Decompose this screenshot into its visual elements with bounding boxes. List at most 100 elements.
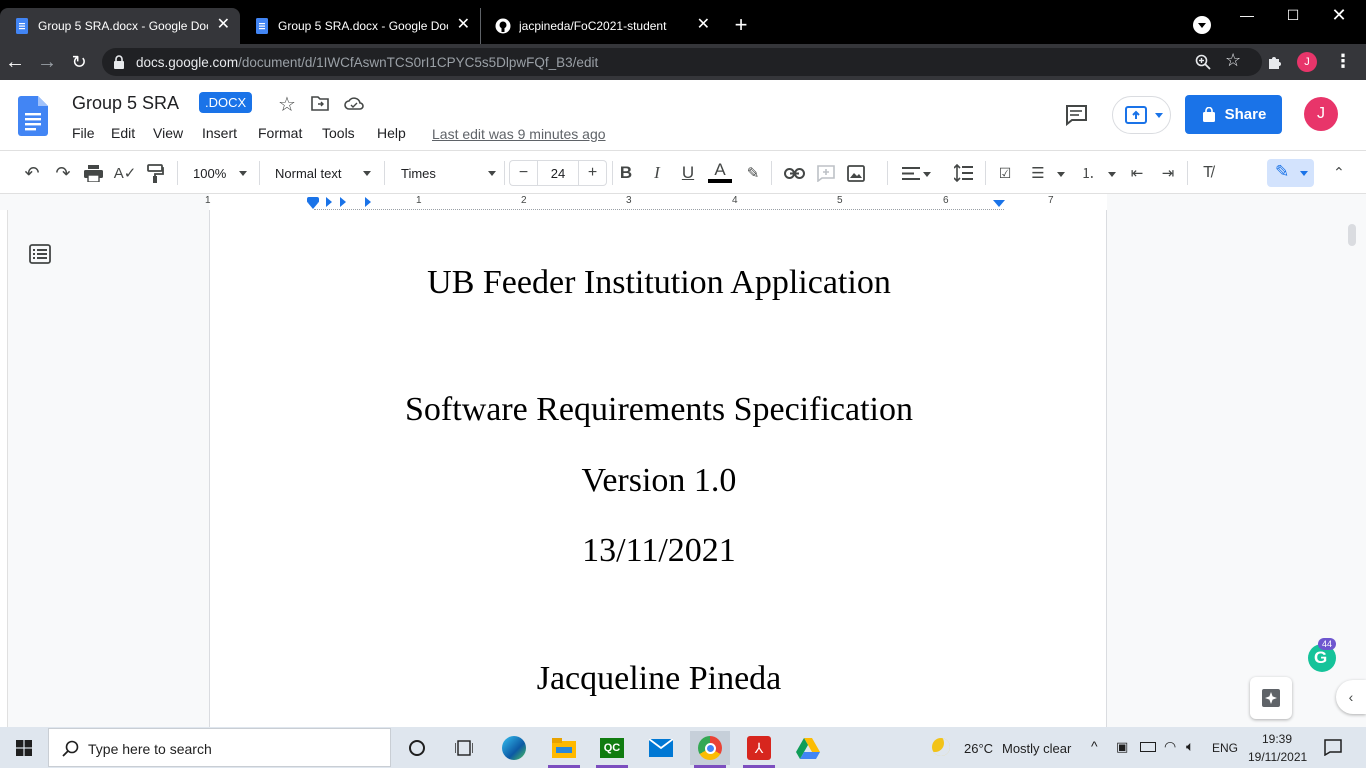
clock-date[interactable]: 19/11/2021 [1248,750,1307,764]
weather-description[interactable]: Mostly clear [1002,741,1071,756]
highlight-pen-icon[interactable]: ✎ [741,161,765,185]
doc-title-line[interactable]: UB Feeder Institution Application [210,264,1108,302]
mail-icon[interactable] [641,731,681,765]
menu-format[interactable]: Format [258,125,302,141]
horizontal-ruler[interactable]: 1 1 2 3 4 5 6 7 [205,194,1107,210]
left-indent-marker[interactable] [308,203,318,209]
menu-tools[interactable]: Tools [322,125,355,141]
menu-file[interactable]: File [72,125,95,141]
forward-arrow-icon[interactable]: → [35,50,59,74]
cortana-icon[interactable] [397,731,437,765]
undo-icon[interactable]: ↶ [20,161,44,185]
document-page[interactable]: UB Feeder Institution Application Softwa… [209,210,1107,727]
doc-version-line[interactable]: Version 1.0 [210,462,1108,500]
chrome-menu-icon[interactable]: ⋮ [1334,51,1352,72]
insert-link-icon[interactable] [784,168,805,179]
file-explorer-icon[interactable] [544,731,584,768]
share-button[interactable]: Share [1185,95,1282,134]
menu-view[interactable]: View [153,125,183,141]
star-icon[interactable]: ☆ [278,92,296,117]
chrome-profile-avatar[interactable]: J [1297,52,1317,72]
bold-button[interactable]: B [614,161,638,185]
paragraph-style-select[interactable]: Normal text [275,162,375,184]
numbered-list-icon[interactable]: ⒈ [1076,161,1100,185]
google-drive-icon[interactable] [788,731,828,765]
account-avatar[interactable]: J [1304,97,1338,131]
last-edit-link[interactable]: Last edit was 9 minutes ago [432,126,606,142]
vertical-scrollbar[interactable] [1348,224,1356,246]
font-family-select[interactable]: Times [401,162,501,184]
doc-author-line[interactable]: Jacqueline Pineda [210,660,1108,698]
underline-button[interactable]: U [676,161,700,185]
spellcheck-icon[interactable]: A✓ [113,161,137,185]
close-tab-icon[interactable]: ✕ [217,17,230,33]
increase-indent-icon[interactable]: ⇥ [1156,161,1180,185]
tab-stop-marker[interactable] [365,197,371,207]
insert-image-icon[interactable] [847,165,865,182]
chevron-down-icon[interactable] [923,172,931,177]
windows-start-icon[interactable] [16,740,32,756]
vertical-ruler[interactable] [0,210,8,727]
close-tab-icon[interactable]: ✕ [457,17,470,33]
acrobat-reader-icon[interactable]: ⅄ [739,731,779,768]
tab-stop-marker[interactable] [340,197,346,207]
extensions-puzzle-icon[interactable] [1266,53,1284,71]
maximize-window-icon[interactable]: ☐ [1270,0,1316,30]
notifications-icon[interactable] [1324,739,1342,756]
new-tab-button[interactable]: + [730,14,752,36]
increase-font-size-button[interactable]: + [579,160,607,186]
bookmark-star-icon[interactable]: ☆ [1225,50,1241,71]
align-left-icon[interactable] [902,167,920,180]
wifi-icon[interactable]: ◠ [1164,738,1176,755]
decrease-indent-icon[interactable]: ⇤ [1125,161,1149,185]
zoom-select[interactable]: 100% [193,162,253,184]
explore-button[interactable] [1250,677,1292,719]
reload-icon[interactable]: ↻ [67,50,91,74]
document-title[interactable]: Group 5 SRA [72,93,179,114]
input-language[interactable]: ENG [1212,741,1238,755]
qc-app-icon[interactable]: QC [592,731,632,768]
hide-menus-chevron-icon[interactable]: ⌄ [1333,163,1345,180]
decrease-font-size-button[interactable]: − [509,160,537,186]
browser-tab-docs-2[interactable]: Group 5 SRA.docx - Google Docs ✕ [240,8,480,44]
bulleted-list-icon[interactable]: ☰ [1026,161,1050,185]
address-bar[interactable]: docs.google.com/document/d/1IWCfAswnTCS0… [102,48,1262,76]
present-button[interactable] [1112,96,1171,134]
close-tab-icon[interactable]: ✕ [697,17,710,33]
chevron-down-icon[interactable] [1057,172,1065,177]
move-folder-icon[interactable] [311,96,329,111]
volume-icon[interactable]: 🔈︎ [1186,738,1194,755]
font-size-input[interactable]: 24 [537,160,579,186]
weather-moon-icon[interactable] [932,738,950,756]
chrome-browser-icon[interactable] [690,731,730,768]
document-outline-icon[interactable] [28,242,52,266]
italic-button[interactable]: I [645,161,669,185]
google-docs-logo-icon[interactable] [18,96,48,136]
text-color-button[interactable]: A [708,160,732,183]
line-spacing-icon[interactable] [954,164,973,182]
print-icon[interactable] [84,165,103,182]
minimize-window-icon[interactable]: — [1224,0,1270,30]
back-arrow-icon[interactable]: ← [3,50,27,74]
battery-icon[interactable] [1140,742,1156,752]
zoom-magnifier-icon[interactable] [1195,54,1211,70]
cloud-saved-icon[interactable] [344,96,364,111]
chevron-down-icon[interactable] [1108,172,1116,177]
edge-browser-icon[interactable] [494,731,534,765]
doc-subtitle-line[interactable]: Software Requirements Specification [210,391,1108,429]
doc-date-line[interactable]: 13/11/2021 [210,532,1108,570]
tab-stop-marker[interactable] [326,197,332,207]
comment-history-icon[interactable] [1064,104,1088,126]
menu-insert[interactable]: Insert [202,125,237,141]
show-hidden-icons-chevron-icon[interactable]: ^ [1091,738,1098,754]
task-view-icon[interactable] [444,731,484,765]
paint-format-icon[interactable] [147,164,164,183]
menu-edit[interactable]: Edit [111,125,135,141]
checklist-icon[interactable]: ☑ [993,161,1017,185]
redo-icon[interactable]: ↷ [51,161,75,185]
meet-now-icon[interactable]: ▣ [1116,739,1128,755]
taskbar-search-input[interactable]: Type here to search [48,728,391,767]
menu-help[interactable]: Help [377,125,406,141]
browser-tab-github[interactable]: jacpineda/FoC2021-student ✕ [480,8,720,44]
editing-mode-select[interactable]: ✎ [1267,159,1314,187]
